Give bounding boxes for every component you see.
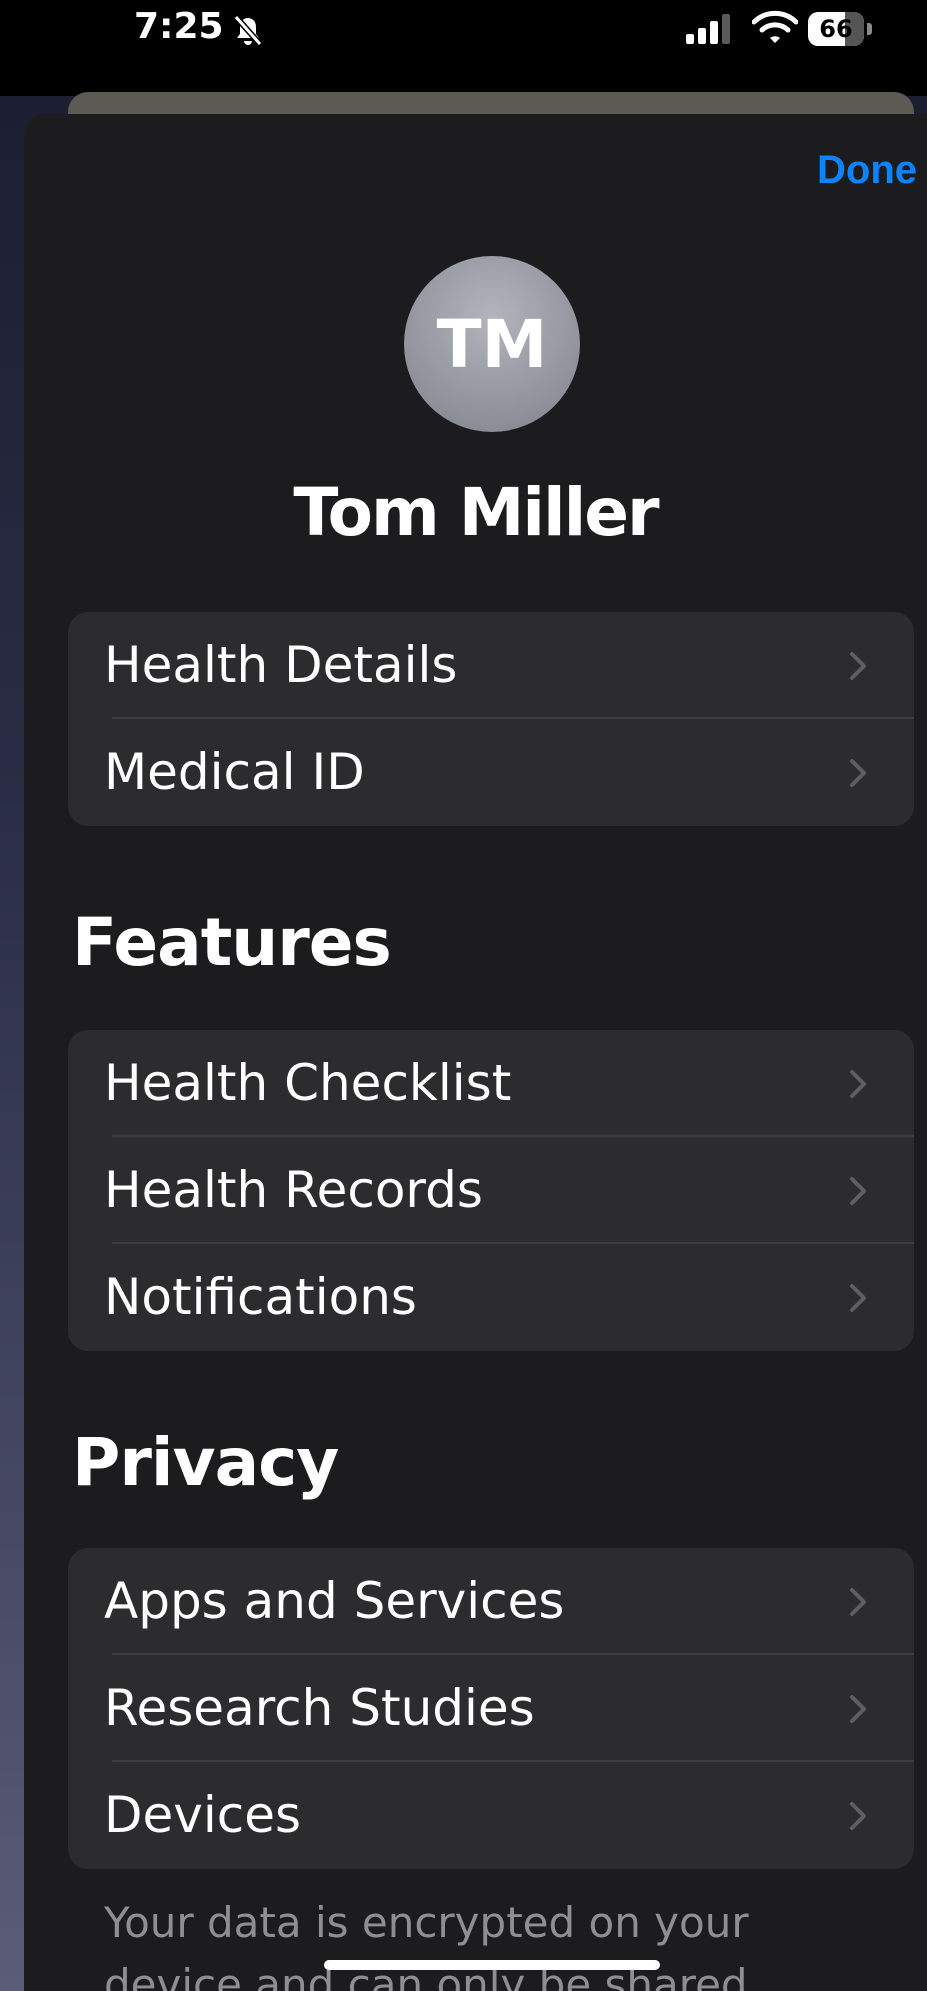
avatar: TM [404, 256, 580, 432]
features-group: Health Checklist Health Records Notifica… [68, 1030, 914, 1351]
chevron-right-icon [850, 1284, 866, 1312]
privacy-header: Privacy [72, 1424, 339, 1501]
chevron-right-icon [850, 1695, 866, 1723]
row-devices[interactable]: Devices [68, 1762, 914, 1869]
row-label: Research Studies [104, 1679, 535, 1737]
row-label: Health Checklist [104, 1054, 512, 1112]
chevron-right-icon [850, 1802, 866, 1830]
row-label: Medical ID [104, 743, 365, 801]
status-time: 7:25 [134, 6, 224, 47]
profile-name: Tom Miller [293, 474, 659, 551]
privacy-footer-text: Your data is encrypted on your device an… [104, 1898, 749, 1991]
done-button[interactable]: Done [817, 148, 917, 193]
row-label: Notifications [104, 1268, 417, 1326]
chevron-right-icon [850, 759, 866, 787]
account-group: Health Details Medical ID [68, 612, 914, 826]
row-notifications[interactable]: Notifications [68, 1244, 914, 1351]
row-medical-id[interactable]: Medical ID [68, 719, 914, 826]
row-health-checklist[interactable]: Health Checklist [68, 1030, 914, 1137]
row-label: Apps and Services [104, 1572, 565, 1630]
cellular-signal-icon [686, 14, 730, 44]
chevron-right-icon [850, 652, 866, 680]
privacy-group: Apps and Services Research Studies Devic… [68, 1548, 914, 1869]
row-health-records[interactable]: Health Records [68, 1137, 914, 1244]
row-health-details[interactable]: Health Details [68, 612, 914, 719]
row-label: Health Records [104, 1161, 483, 1219]
home-indicator[interactable] [324, 1960, 660, 1970]
row-research-studies[interactable]: Research Studies [68, 1655, 914, 1762]
row-label: Health Details [104, 636, 458, 694]
chevron-right-icon [850, 1070, 866, 1098]
chevron-right-icon [850, 1177, 866, 1205]
battery-percent: 66 [819, 15, 853, 43]
bell-slash-icon [233, 15, 263, 46]
row-label: Devices [104, 1786, 302, 1844]
wifi-icon [752, 10, 798, 43]
row-apps-and-services[interactable]: Apps and Services [68, 1548, 914, 1655]
chevron-right-icon [850, 1588, 866, 1616]
battery-icon: 66 [808, 12, 872, 46]
battery-cap [867, 23, 872, 35]
features-header: Features [72, 904, 392, 981]
profile-sheet: Done TM Tom Miller Health Details Medica… [24, 114, 927, 1991]
status-bar: 7:25 66 [0, 0, 927, 96]
